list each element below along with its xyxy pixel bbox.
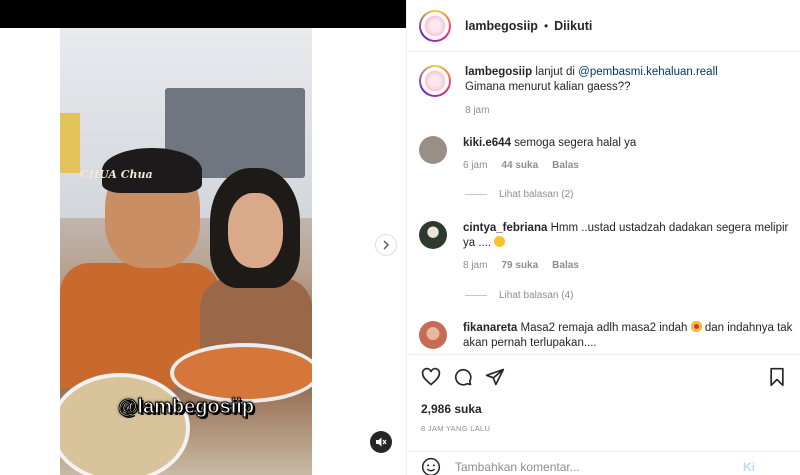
comment-item: kiki.e644 semoga segera halal ya 6 jam 4… <box>419 136 793 173</box>
media-panel: CHUA Chua @lambegosiip <box>0 0 406 475</box>
post-video[interactable]: CHUA Chua @lambegosiip <box>60 28 312 475</box>
post-details-panel: lambegosiip • Diikuti lambegosiip lanjut… <box>406 0 800 475</box>
grimace-emoji-icon <box>494 236 506 247</box>
replies-divider <box>465 295 487 296</box>
commenter-avatar[interactable] <box>419 221 447 249</box>
share-icon[interactable] <box>485 367 505 387</box>
comment-username[interactable]: cintya_febriana <box>463 222 547 234</box>
post-comment-button[interactable]: Ki <box>743 460 755 474</box>
comment-likes[interactable]: 79 suka <box>501 258 538 273</box>
video-plate-rice <box>60 373 190 475</box>
media-topbar <box>0 0 406 28</box>
post-timestamp: 8 JAM YANG LALU <box>421 424 491 433</box>
separator-dot: • <box>543 18 549 33</box>
brand-logo-icon <box>423 69 447 93</box>
chevron-right-icon <box>383 240 389 250</box>
bookmark-icon[interactable] <box>767 367 787 387</box>
add-comment-bar: Ki <box>407 451 800 475</box>
comment-likes[interactable]: 44 suka <box>501 158 538 173</box>
view-replies-button[interactable]: Lihat balasan (4) <box>465 290 574 301</box>
post-caption: lambegosiip lanjut di @pembasmi.kehaluan… <box>419 65 795 118</box>
comment-text: Masa2 remaja adlh masa2 indah <box>520 322 688 334</box>
comment-username[interactable]: kiki.e644 <box>463 137 511 149</box>
replies-divider <box>465 194 487 195</box>
caption-avatar[interactable] <box>419 65 451 97</box>
caption-prefix: lanjut di <box>535 66 575 78</box>
view-replies-button[interactable]: Lihat balasan (2) <box>465 189 574 200</box>
likes-count[interactable]: 2,986 suka <box>421 402 482 416</box>
heart-eyes-emoji-icon <box>690 321 702 332</box>
video-person-left <box>60 148 220 388</box>
comments-list[interactable]: lambegosiip lanjut di @pembasmi.kehaluan… <box>407 53 800 353</box>
next-media-button[interactable] <box>375 234 397 256</box>
view-replies-label: Lihat balasan (2) <box>499 189 574 200</box>
follow-status-button[interactable]: Diikuti <box>554 19 592 33</box>
commenter-avatar[interactable] <box>419 321 447 349</box>
video-watermark: @lambegosiip <box>117 396 255 419</box>
video-plate-noodles <box>170 343 312 403</box>
comment-time: 6 jam <box>463 160 488 171</box>
post-header: lambegosiip • Diikuti <box>407 0 800 52</box>
comment-input[interactable] <box>455 459 735 474</box>
comment-item: fikanareta Masa2 remaja adlh masa2 indah… <box>419 321 793 351</box>
commenter-avatar[interactable] <box>419 136 447 164</box>
comment-item: cintya_febriana Hmm ..ustad ustadzah dad… <box>419 221 793 273</box>
brand-logo-icon <box>423 13 447 38</box>
post-actions: 2,986 suka 8 JAM YANG LALU Ki <box>407 354 800 475</box>
caption-time: 8 jam <box>465 105 490 116</box>
comment-text: semoga segera halal ya <box>514 137 637 149</box>
shirt-print-text: CHUA Chua <box>80 168 153 181</box>
caption-text: Gimana menurut kalian gaess?? <box>465 81 631 93</box>
comment-time: 8 jam <box>463 260 488 271</box>
speaker-muted-icon <box>376 437 387 447</box>
heart-icon[interactable] <box>421 367 441 387</box>
emoji-icon[interactable] <box>421 457 441 475</box>
author-avatar[interactable] <box>419 9 451 42</box>
comment-username[interactable]: fikanareta <box>463 322 517 334</box>
author-username[interactable]: lambegosiip <box>465 19 538 33</box>
caption-username[interactable]: lambegosiip <box>465 66 532 78</box>
view-replies-label: Lihat balasan (4) <box>499 290 574 301</box>
reply-button[interactable]: Balas <box>552 258 579 273</box>
mute-toggle-button[interactable] <box>370 431 392 453</box>
caption-mention-link[interactable]: @pembasmi.kehaluan.reall <box>578 66 718 78</box>
comment-icon[interactable] <box>453 367 473 387</box>
reply-button[interactable]: Balas <box>552 158 579 173</box>
